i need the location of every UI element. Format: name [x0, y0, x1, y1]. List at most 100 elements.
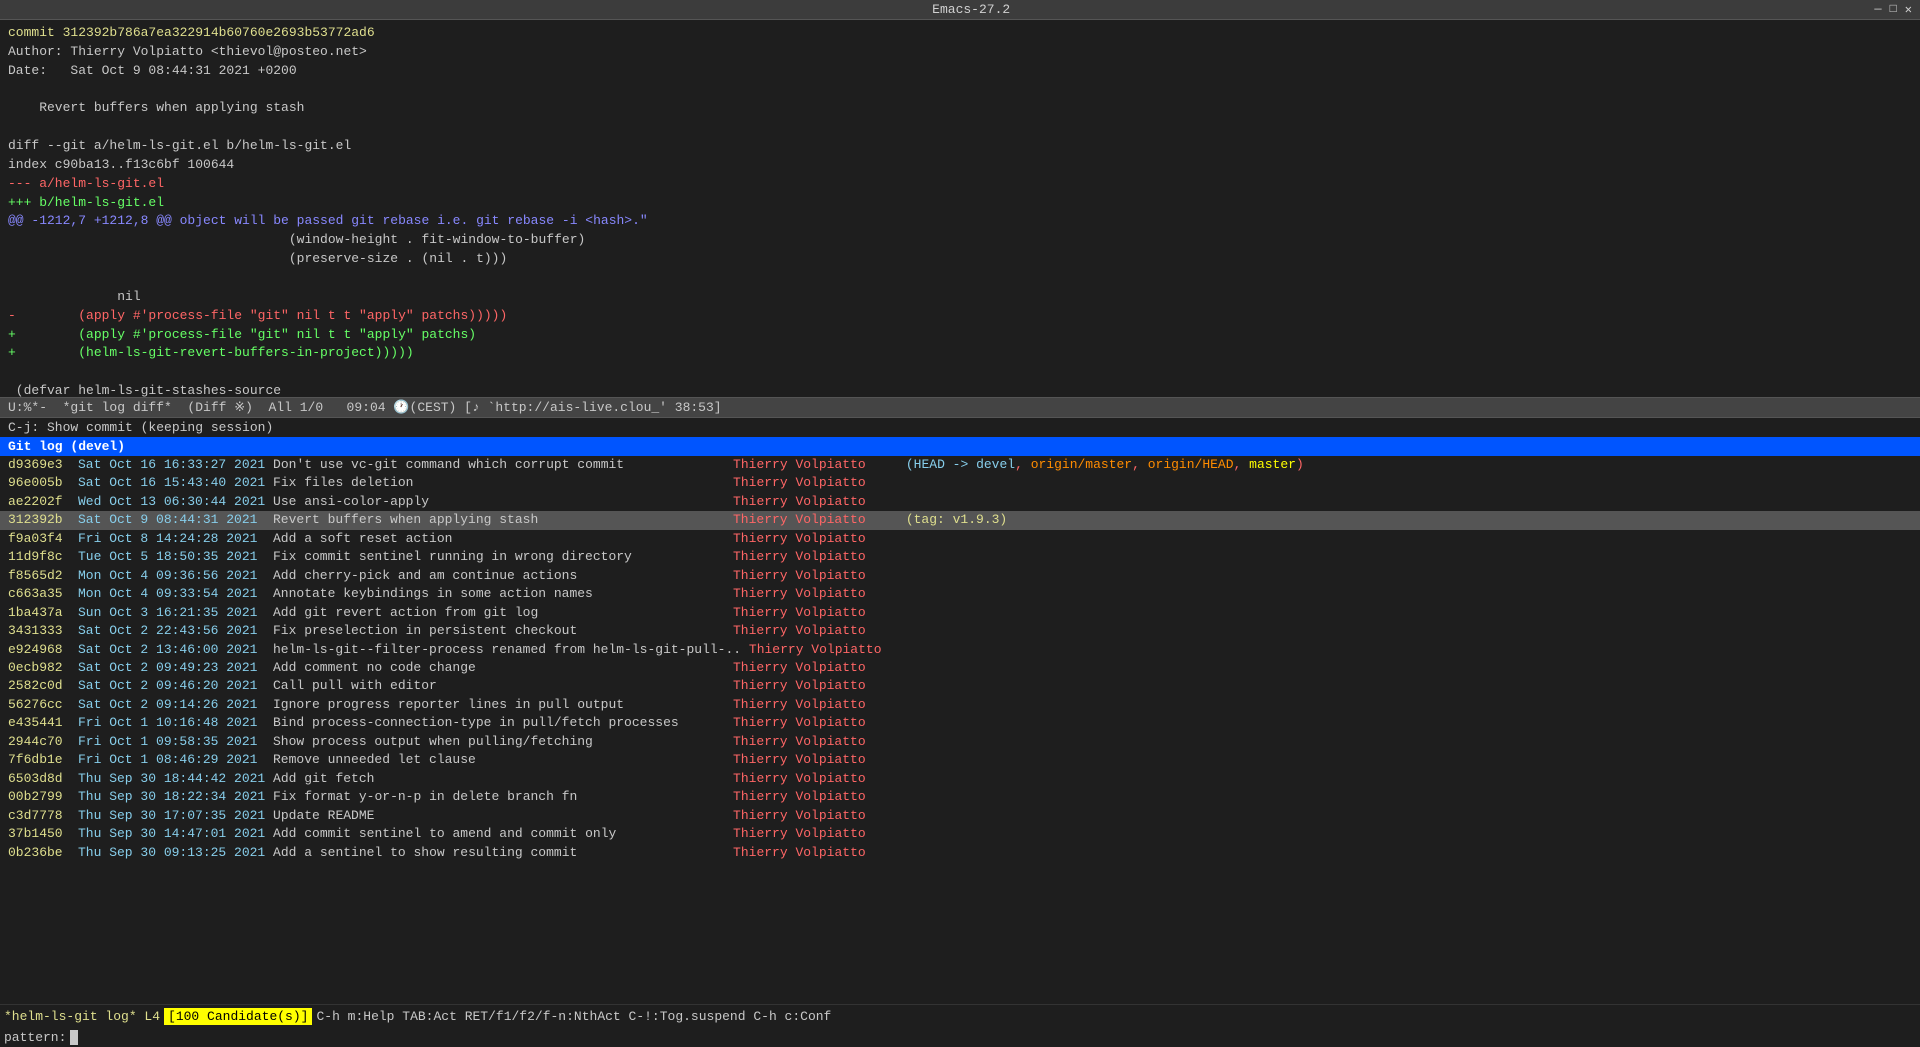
table-row[interactable]: 6503d8d Thu Sep 30 18:44:42 2021 Add git… — [0, 770, 1920, 788]
commit-message: Remove unneeded let clause — [273, 751, 733, 769]
commit-author: Thierry Volpiatto — [733, 714, 898, 732]
commit-message: Add a sentinel to show resulting commit — [273, 844, 733, 862]
commit-hash: d9369e3 — [8, 456, 78, 474]
commit-date: Sun Oct 3 16:21:35 2021 — [78, 604, 273, 622]
maximize-button[interactable]: □ — [1890, 2, 1897, 17]
commit-date: Thu Sep 30 14:47:01 2021 — [78, 825, 273, 843]
editor-line — [8, 363, 1912, 382]
commit-message: Ignore progress reporter lines in pull o… — [273, 696, 733, 714]
commit-hash: 11d9f8c — [8, 548, 78, 566]
commit-message: Add a soft reset action — [273, 530, 733, 548]
commit-tags: (tag: v1.9.3) — [898, 511, 1007, 529]
editor-line: (preserve-size . (nil . t))) — [8, 250, 1912, 269]
table-row[interactable]: 56276cc Sat Oct 2 09:14:26 2021 Ignore p… — [0, 696, 1920, 714]
table-row[interactable]: 11d9f8c Tue Oct 5 18:50:35 2021 Fix comm… — [0, 548, 1920, 566]
close-button[interactable]: ✕ — [1905, 2, 1912, 17]
editor-line — [8, 81, 1912, 100]
table-row[interactable]: 1ba437a Sun Oct 3 16:21:35 2021 Add git … — [0, 604, 1920, 622]
editor-area: commit 312392b786a7ea322914b60760e2693b5… — [0, 20, 1920, 397]
table-row[interactable]: 2582c0d Sat Oct 2 09:46:20 2021 Call pul… — [0, 677, 1920, 695]
commit-author: Thierry Volpiatto — [733, 548, 898, 566]
commit-author: Thierry Volpiatto — [733, 493, 898, 511]
commit-date: Thu Sep 30 17:07:35 2021 — [78, 807, 273, 825]
editor-line: + (apply #'process-file "git" nil t t "a… — [8, 326, 1912, 345]
titlebar: Emacs-27.2 — □ ✕ — [0, 0, 1920, 20]
commit-hash: 56276cc — [8, 696, 78, 714]
table-row[interactable]: f8565d2 Mon Oct 4 09:36:56 2021 Add cher… — [0, 567, 1920, 585]
editor-line: index c90ba13..f13c6bf 100644 — [8, 156, 1912, 175]
commit-date: Thu Sep 30 18:44:42 2021 — [78, 770, 273, 788]
commit-message: Update README — [273, 807, 733, 825]
editor-line: @@ -1212,7 +1212,8 @@ object will be pas… — [8, 212, 1912, 231]
table-row[interactable]: 00b2799 Thu Sep 30 18:22:34 2021 Fix for… — [0, 788, 1920, 806]
commit-hash: c663a35 — [8, 585, 78, 603]
commit-message: Add git fetch — [273, 770, 733, 788]
commit-date: Wed Oct 13 06:30:44 2021 — [78, 493, 273, 511]
table-row[interactable]: 2944c70 Fri Oct 1 09:58:35 2021 Show pro… — [0, 733, 1920, 751]
commit-date: Sat Oct 9 08:44:31 2021 — [78, 511, 273, 529]
commit-hash: ae2202f — [8, 493, 78, 511]
commit-message: Add git revert action from git log — [273, 604, 733, 622]
commit-author: Thierry Volpiatto — [733, 733, 898, 751]
commit-author: Thierry Volpiatto — [733, 696, 898, 714]
commit-date: Sat Oct 2 13:46:00 2021 — [78, 641, 273, 659]
commit-hash: 7f6db1e — [8, 751, 78, 769]
table-row[interactable]: 0ecb982 Sat Oct 2 09:49:23 2021 Add comm… — [0, 659, 1920, 677]
table-row[interactable]: d9369e3 Sat Oct 16 16:33:27 2021 Don't u… — [0, 456, 1920, 474]
editor-line: diff --git a/helm-ls-git.el b/helm-ls-gi… — [8, 137, 1912, 156]
table-row[interactable]: c3d7778 Thu Sep 30 17:07:35 2021 Update … — [0, 807, 1920, 825]
commit-hash: 0ecb982 — [8, 659, 78, 677]
commit-date: Sat Oct 16 16:33:27 2021 — [78, 456, 273, 474]
commit-hash: 6503d8d — [8, 770, 78, 788]
commit-message: Add cherry-pick and am continue actions — [273, 567, 733, 585]
main-container: Emacs-27.2 — □ ✕ commit 312392b786a7ea32… — [0, 0, 1920, 1047]
editor-line: Revert buffers when applying stash — [8, 99, 1912, 118]
table-row[interactable]: 7f6db1e Fri Oct 1 08:46:29 2021 Remove u… — [0, 751, 1920, 769]
commit-author: Thierry Volpiatto — [733, 770, 898, 788]
commit-date: Fri Oct 1 10:16:48 2021 — [78, 714, 273, 732]
commit-message: Fix commit sentinel running in wrong dir… — [273, 548, 733, 566]
commit-hash: f8565d2 — [8, 567, 78, 585]
table-row[interactable]: 96e005b Sat Oct 16 15:43:40 2021 Fix fil… — [0, 474, 1920, 492]
commit-author: Thierry Volpiatto — [733, 474, 898, 492]
minimize-button[interactable]: — — [1874, 2, 1881, 17]
table-row[interactable]: f9a03f4 Fri Oct 8 14:24:28 2021 Add a so… — [0, 530, 1920, 548]
mode-line: U:%*- *git log diff* (Diff ※) All 1/0 09… — [0, 397, 1920, 418]
commit-message: Use ansi-color-apply — [273, 493, 733, 511]
editor-line — [8, 118, 1912, 137]
commit-author: Thierry Volpiatto — [733, 844, 898, 862]
commit-date: Fri Oct 1 08:46:29 2021 — [78, 751, 273, 769]
cj-line: C-j: Show commit (keeping session) — [0, 418, 1920, 437]
table-row[interactable]: 0b236be Thu Sep 30 09:13:25 2021 Add a s… — [0, 844, 1920, 862]
table-row[interactable]: ae2202f Wed Oct 13 06:30:44 2021 Use ans… — [0, 493, 1920, 511]
table-row[interactable]: 37b1450 Thu Sep 30 14:47:01 2021 Add com… — [0, 825, 1920, 843]
gitlog-header: Git log (devel) — [0, 437, 1920, 456]
table-row[interactable]: c663a35 Mon Oct 4 09:33:54 2021 Annotate… — [0, 585, 1920, 603]
commit-author: Thierry Volpiatto — [733, 511, 898, 529]
commit-hash: 2582c0d — [8, 677, 78, 695]
commit-author: Thierry Volpiatto — [733, 567, 898, 585]
commit-hash: 96e005b — [8, 474, 78, 492]
commit-hash: f9a03f4 — [8, 530, 78, 548]
commit-author: Thierry Volpiatto — [733, 585, 898, 603]
table-row[interactable]: 312392b Sat Oct 9 08:44:31 2021 Revert b… — [0, 511, 1920, 529]
table-row[interactable]: 3431333 Sat Oct 2 22:43:56 2021 Fix pres… — [0, 622, 1920, 640]
commit-author: Thierry Volpiatto — [733, 530, 898, 548]
commit-message: Annotate keybindings in some action name… — [273, 585, 733, 603]
commit-hash: 00b2799 — [8, 788, 78, 806]
commit-date: Thu Sep 30 18:22:34 2021 — [78, 788, 273, 806]
commit-author: Thierry Volpiatto — [749, 641, 914, 659]
pattern-line[interactable]: pattern: — [0, 1028, 1920, 1047]
commit-date: Mon Oct 4 09:36:56 2021 — [78, 567, 273, 585]
editor-line: commit 312392b786a7ea322914b60760e2693b5… — [8, 24, 1912, 43]
editor-line: - (apply #'process-file "git" nil t t "a… — [8, 307, 1912, 326]
titlebar-title: Emacs-27.2 — [68, 2, 1874, 17]
commit-hash: c3d7778 — [8, 807, 78, 825]
titlebar-controls: — □ ✕ — [1874, 2, 1912, 17]
bottom-status: *helm-ls-git log* L4 [100 Candidate(s)] … — [0, 1004, 1920, 1028]
commit-date: Sat Oct 2 09:49:23 2021 — [78, 659, 273, 677]
commit-hash: 37b1450 — [8, 825, 78, 843]
table-row[interactable]: e924968 Sat Oct 2 13:46:00 2021 helm-ls-… — [0, 641, 1920, 659]
editor-line: Date: Sat Oct 9 08:44:31 2021 +0200 — [8, 62, 1912, 81]
table-row[interactable]: e435441 Fri Oct 1 10:16:48 2021 Bind pro… — [0, 714, 1920, 732]
